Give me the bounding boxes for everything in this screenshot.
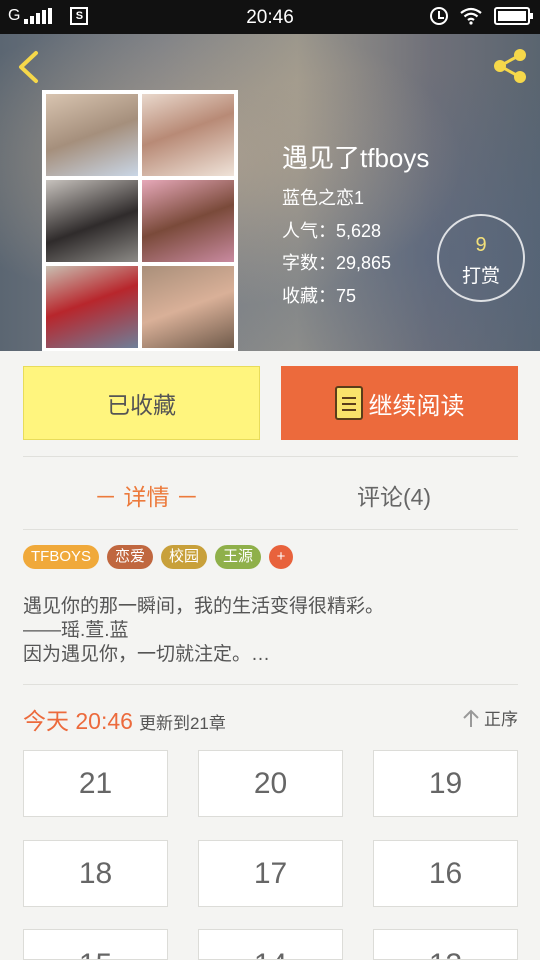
- share-icon[interactable]: [490, 46, 530, 86]
- chapter-button[interactable]: 17: [198, 840, 343, 907]
- tip-label: 打赏: [461, 266, 500, 287]
- arrow-up-icon: [463, 709, 479, 727]
- book-description[interactable]: 遇见你的那一瞬间，我的生活变得很精彩。 ——瑶.萱.蓝 因为遇见你，一切就注定。…: [23, 595, 384, 667]
- chapter-button[interactable]: 16: [373, 840, 518, 907]
- continue-reading-button[interactable]: 继续阅读: [281, 366, 518, 440]
- description-line: ——瑶.萱.蓝: [23, 620, 129, 641]
- sort-label: 正序: [484, 710, 518, 729]
- favorited-label: 已收藏: [107, 392, 176, 418]
- tag-list: TFBOYS 恋爱 校园 王源 +: [23, 545, 294, 569]
- chapter-button[interactable]: 18: [23, 840, 168, 907]
- status-bar: G S 20:46: [0, 0, 540, 34]
- chapter-button[interactable]: 15: [23, 929, 168, 960]
- wifi-icon: [460, 7, 482, 25]
- tag-campus[interactable]: 校园: [161, 545, 208, 569]
- divider: [23, 684, 518, 685]
- tab-detail[interactable]: － 详情 －: [23, 478, 270, 512]
- chapter-button[interactable]: 14: [198, 929, 343, 960]
- description-line: 因为遇见你，一切就注定。…: [23, 644, 271, 665]
- book-title: 遇见了tfboys: [282, 143, 430, 173]
- tag-romance[interactable]: 恋爱: [107, 545, 154, 569]
- cover-photo: [142, 94, 234, 176]
- favorited-button[interactable]: 已收藏: [23, 366, 260, 440]
- chapter-button[interactable]: 20: [198, 750, 343, 817]
- battery-icon: [494, 7, 533, 25]
- alarm-icon: [430, 7, 448, 25]
- book-word-count: 字数：29,865: [282, 253, 392, 273]
- tip-button[interactable]: 9 打赏: [437, 214, 525, 302]
- back-icon[interactable]: [14, 50, 44, 84]
- tab-comments[interactable]: 评论(4): [270, 478, 518, 512]
- book-popularity: 人气：5,628: [282, 221, 382, 241]
- update-time: 今天 20:46: [23, 708, 133, 734]
- cover-photo: [142, 180, 234, 262]
- update-chapter: 更新到21章: [138, 714, 226, 733]
- cover-photo: [142, 266, 234, 348]
- divider: [23, 529, 518, 530]
- chapter-button[interactable]: 19: [373, 750, 518, 817]
- chapter-button[interactable]: 21: [23, 750, 168, 817]
- tip-count: 9: [475, 234, 487, 256]
- book-author[interactable]: 蓝色之恋1: [282, 184, 364, 210]
- cover-photo: [46, 94, 138, 176]
- cover-photo: [46, 266, 138, 348]
- book-cover: [42, 90, 238, 351]
- book-header: 遇见了tfboys 蓝色之恋1 人气：5,628 字数：29,865 收藏：75…: [0, 34, 540, 351]
- cover-photo: [46, 180, 138, 262]
- sort-toggle[interactable]: 正序: [462, 705, 518, 730]
- add-tag-icon[interactable]: +: [269, 545, 294, 569]
- status-right: [430, 7, 533, 25]
- divider: [23, 456, 518, 457]
- update-info: 今天 20:46 更新到21章: [23, 702, 226, 736]
- tag-tfboys[interactable]: TFBOYS: [23, 545, 100, 569]
- description-line: 遇见你的那一瞬间，我的生活变得很精彩。: [23, 596, 385, 617]
- chapter-button[interactable]: 13: [373, 929, 518, 960]
- book-favorites: 收藏：75: [282, 286, 357, 306]
- book-icon: [334, 386, 363, 420]
- tag-wang-yuan[interactable]: 王源: [215, 545, 262, 569]
- continue-reading-label: 继续阅读: [368, 392, 465, 420]
